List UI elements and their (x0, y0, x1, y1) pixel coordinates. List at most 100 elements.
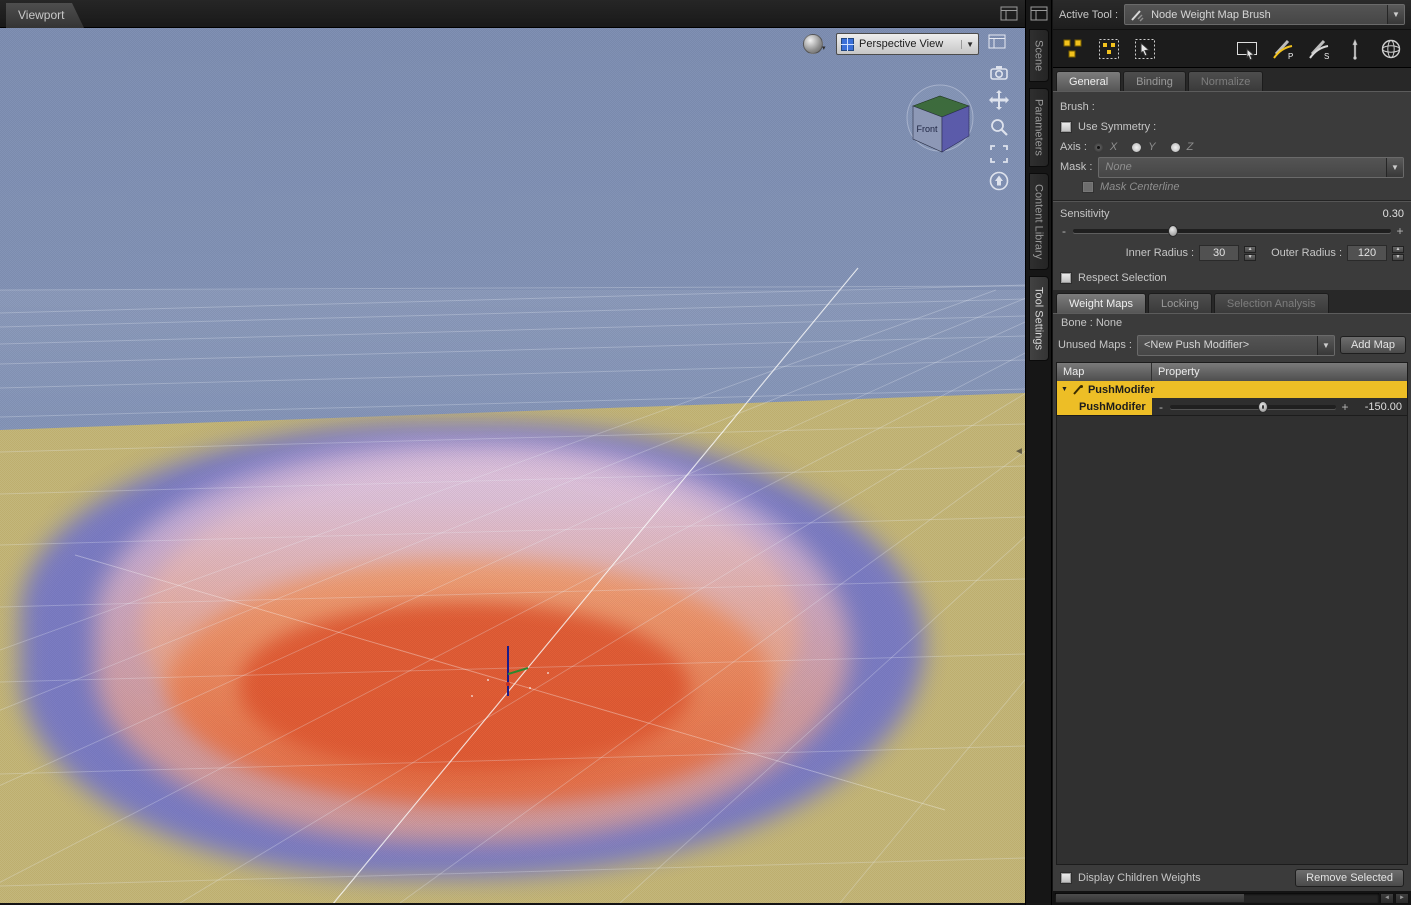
property-minus[interactable]: - (1157, 400, 1165, 414)
dock-pane-icon[interactable] (1000, 6, 1018, 21)
map-table-header: Map Property (1057, 363, 1407, 381)
paint-brush-icon[interactable]: P (1271, 37, 1295, 61)
smooth-brush-icon[interactable]: S (1307, 37, 1331, 61)
table-row-pushmodifier-property: PushModifer - + -150.00 (1057, 398, 1407, 415)
sensitivity-minus[interactable]: - (1060, 224, 1068, 238)
property-slider[interactable] (1170, 400, 1336, 413)
viewport-tab-label: Viewport (18, 8, 65, 22)
cube-front-label: Front (916, 124, 938, 134)
draw-style-arrow-icon[interactable]: ▾ (822, 44, 826, 52)
node-select-icon[interactable] (1061, 37, 1085, 61)
tab-normalize[interactable]: Normalize (1187, 71, 1264, 91)
use-symmetry-label: Use Symmetry : (1078, 121, 1157, 133)
inner-radius-spin-down[interactable]: ▼ (1244, 253, 1257, 261)
dropper-pin-icon[interactable] (1343, 37, 1367, 61)
render-camera-icon[interactable] (988, 62, 1010, 84)
panel-collapse-arrow[interactable]: ◄ (1014, 446, 1024, 457)
sidetab-tool-settings[interactable]: Tool Settings (1028, 276, 1049, 362)
sensitivity-slider-handle[interactable] (1168, 225, 1179, 237)
unused-maps-label: Unused Maps : (1058, 339, 1132, 351)
mask-centerline-label: Mask Centerline (1100, 181, 1180, 193)
table-row-pushmodifier[interactable]: ▼ PushModifer (1057, 381, 1407, 398)
expand-triangle-icon[interactable]: ▼ (1061, 386, 1068, 393)
lasso-select-icon[interactable] (1133, 37, 1157, 61)
weight-map-core-blob (240, 603, 690, 773)
weight-brush-icon (1131, 9, 1144, 21)
map-table-empty-area (1056, 416, 1408, 865)
unused-maps-arrow-icon: ▼ (1316, 335, 1334, 355)
tab-general[interactable]: General (1056, 71, 1122, 91)
map-tabs-row: Weight Maps Locking Selection Analysis (1053, 290, 1411, 314)
view-grid-icon (841, 37, 854, 51)
brush-section: Brush : Use Symmetry : Axis : X Y Z Mask… (1053, 92, 1411, 200)
tab-binding[interactable]: Binding (1123, 71, 1186, 91)
outer-radius-spin-down[interactable]: ▼ (1392, 253, 1404, 261)
use-symmetry-checkbox[interactable] (1060, 121, 1072, 133)
unused-maps-value: <New Push Modifier> (1143, 339, 1250, 351)
axis-z-radio[interactable] (1169, 141, 1181, 153)
mask-dropdown[interactable]: None ▼ (1098, 156, 1404, 178)
pan-tool-icon[interactable] (988, 89, 1010, 111)
zoom-tool-icon[interactable] (988, 116, 1010, 138)
unused-maps-dropdown[interactable]: <New Push Modifier> ▼ (1136, 334, 1335, 356)
outer-radius-spin-up[interactable]: ▲ (1392, 245, 1404, 253)
scroll-left-button[interactable]: ◄ (1380, 892, 1394, 904)
sensitivity-plus[interactable]: + (1396, 224, 1404, 238)
view-cube-gizmo[interactable]: Front (893, 80, 988, 165)
tab-weight-maps[interactable]: Weight Maps (1056, 293, 1146, 313)
active-tool-arrow-icon: ▼ (1387, 5, 1404, 24)
svg-text:S: S (1324, 52, 1329, 61)
tab-selection-analysis[interactable]: Selection Analysis (1213, 293, 1329, 313)
add-map-button[interactable]: Add Map (1339, 336, 1406, 354)
brush-label: Brush : (1060, 101, 1095, 113)
respect-selection-checkbox[interactable] (1060, 272, 1072, 284)
marquee-node-select-icon[interactable] (1097, 37, 1121, 61)
scroll-right-button[interactable]: ► (1395, 892, 1409, 904)
tool-settings-panel: Active Tool : Node Weight Map Brush ▼ P … (1053, 0, 1411, 905)
frame-view-icon[interactable] (988, 143, 1010, 165)
svg-text:P: P (1288, 52, 1293, 61)
outer-radius-field[interactable]: 120 (1347, 245, 1387, 261)
bone-row: Bone : None (1053, 314, 1411, 332)
strip-dock-icon[interactable] (1030, 6, 1048, 21)
scrollbar-track[interactable] (1055, 893, 1379, 903)
active-tool-value: Node Weight Map Brush (1151, 8, 1271, 21)
viewport-topbar: Viewport (0, 0, 1025, 28)
axis-y-radio[interactable] (1131, 141, 1143, 153)
remove-selected-button[interactable]: Remove Selected (1295, 869, 1404, 887)
child-row-label[interactable]: PushModifer (1057, 398, 1152, 415)
draw-style-sphere-icon[interactable] (803, 34, 823, 54)
weight-map-table: Map Property ▼ PushModifer PushModifer - (1056, 362, 1408, 416)
viewport-3d[interactable]: ▾ Perspective View ▼ Front ◄ (0, 28, 1025, 903)
active-tool-dropdown[interactable]: Node Weight Map Brush ▼ (1124, 4, 1405, 25)
outer-radius-label: Outer Radius : (1271, 247, 1342, 259)
property-value: -150.00 (1364, 400, 1402, 413)
tab-viewport[interactable]: Viewport (6, 3, 84, 28)
sensitivity-slider[interactable] (1073, 225, 1391, 237)
view-selector-dropdown[interactable]: Perspective View ▼ (836, 33, 979, 55)
radius-row: Inner Radius : 30 ▲ ▼ Outer Radius : 120… (1053, 240, 1411, 266)
sidetab-parameters[interactable]: Parameters (1028, 88, 1049, 168)
sensitivity-value: 0.30 (1382, 208, 1404, 220)
tab-locking[interactable]: Locking (1148, 293, 1212, 313)
inner-radius-field[interactable]: 30 (1199, 245, 1240, 261)
inner-radius-spin-up[interactable]: ▲ (1244, 245, 1257, 253)
side-tab-strip: Scene Parameters Content Library Tool Se… (1025, 0, 1052, 905)
sidetab-content-library[interactable]: Content Library (1028, 173, 1049, 271)
sidetab-scene[interactable]: Scene (1028, 29, 1049, 83)
rect-select-icon[interactable] (1235, 37, 1259, 61)
display-children-checkbox[interactable] (1060, 872, 1072, 884)
mask-label: Mask : (1060, 161, 1093, 173)
col-map-header: Map (1057, 363, 1152, 381)
home-view-icon[interactable] (988, 170, 1010, 192)
mask-arrow-icon: ▼ (1386, 157, 1403, 177)
property-plus[interactable]: + (1341, 400, 1349, 414)
viewport-options-icon[interactable] (988, 34, 1006, 49)
viewport-tool-column (988, 62, 1010, 192)
property-slider-handle[interactable] (1257, 400, 1268, 413)
geodesic-sphere-icon[interactable] (1379, 37, 1403, 61)
axis-x-radio[interactable] (1092, 141, 1104, 153)
scrollbar-thumb[interactable] (1056, 894, 1244, 902)
ground-plane (0, 393, 1025, 903)
mask-centerline-checkbox[interactable] (1082, 181, 1094, 193)
